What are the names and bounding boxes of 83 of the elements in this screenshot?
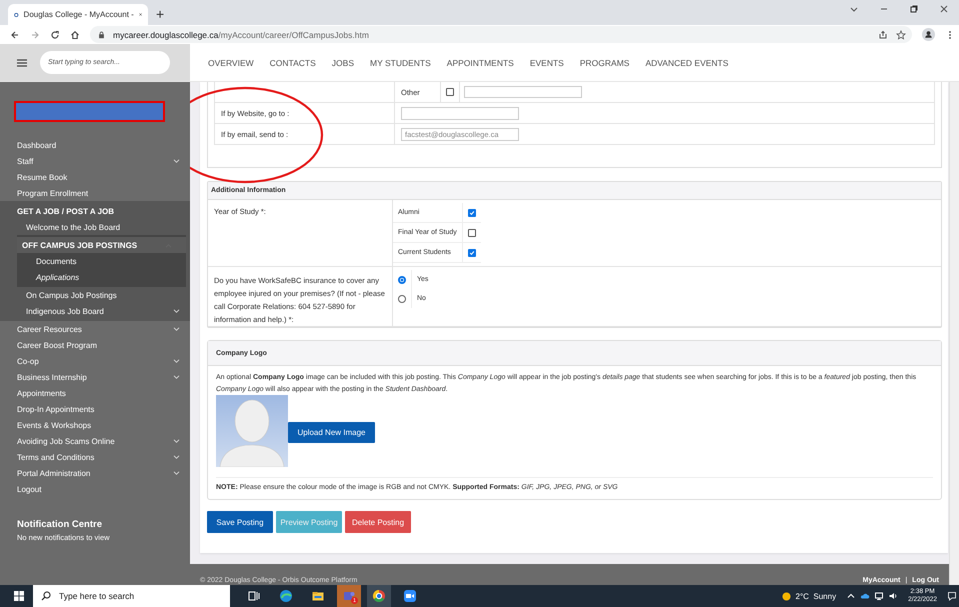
menu-item[interactable]: On Campus Job Postings [0, 287, 190, 303]
upload-button[interactable]: Upload New Image [288, 422, 375, 443]
new-tab-button[interactable]: + [156, 6, 164, 22]
chevron-down-icon[interactable] [173, 454, 180, 460]
menu-item[interactable]: Events & Workshops [0, 417, 190, 433]
checkbox[interactable] [446, 88, 454, 96]
browser-swirl-icon[interactable] [279, 589, 293, 603]
folder-icon[interactable] [311, 589, 325, 603]
menu-item[interactable]: Portal Administration [0, 465, 190, 481]
menu-item[interactable]: Program Enrollment [0, 185, 190, 201]
reload-icon[interactable] [50, 30, 60, 40]
checkbox[interactable] [468, 248, 476, 256]
back-arrow-icon[interactable] [10, 30, 20, 40]
menu-item[interactable]: Resume Book [0, 169, 190, 185]
chevron-down-icon[interactable] [173, 374, 180, 380]
restore-icon[interactable] [909, 4, 919, 14]
chevron-down-icon[interactable] [173, 470, 180, 476]
save-button[interactable]: Save Posting [207, 511, 273, 533]
chevron-down-icon[interactable] [173, 308, 180, 314]
nav-link[interactable]: PROGRAMS [572, 58, 638, 68]
radio-button[interactable] [398, 294, 406, 302]
lock-icon [98, 30, 105, 38]
chevron-down-icon[interactable] [173, 326, 180, 332]
taskbar-app[interactable] [367, 585, 391, 607]
search-icon [41, 591, 51, 601]
menu-item[interactable]: Applications [17, 269, 186, 285]
avatar-placeholder-icon [216, 395, 288, 467]
menu-icon[interactable] [16, 58, 28, 68]
chevron-down-icon[interactable] [173, 358, 180, 364]
notification-icon[interactable] [947, 591, 957, 601]
menu-item[interactable]: Welcome to the Job Board [0, 219, 190, 235]
menu-item[interactable]: Documents [17, 253, 186, 269]
nav-link[interactable]: EVENTS [522, 58, 572, 68]
menu-item[interactable]: Appointments [0, 385, 190, 401]
menu-item[interactable]: Terms and Conditions [0, 449, 190, 465]
chevron-down-icon[interactable] [173, 158, 180, 164]
menu-item[interactable]: Business Internship [0, 369, 190, 385]
nav-link[interactable]: JOBS [324, 58, 362, 68]
monitor-icon[interactable] [874, 591, 884, 601]
windows-logo-icon[interactable] [14, 591, 24, 601]
menu-item[interactable]: Drop-In Appointments [0, 401, 190, 417]
radio-button[interactable] [398, 276, 406, 284]
menu-item[interactable]: Avoiding Job Scams Online [0, 433, 190, 449]
nav-link[interactable]: OVERVIEW [200, 58, 262, 68]
nav-link[interactable]: ADVANCED EVENTS [637, 58, 736, 68]
chevron-down-icon[interactable] [173, 438, 180, 444]
share-icon[interactable] [878, 30, 888, 40]
nav-link[interactable]: APPOINTMENTS [438, 58, 522, 68]
checkbox[interactable] [468, 208, 476, 216]
text-field[interactable] [401, 106, 519, 120]
menu-item[interactable]: Co-op [0, 353, 190, 369]
task-view-icon[interactable] [247, 589, 261, 603]
speaker-icon[interactable] [888, 591, 898, 601]
menu-item[interactable]: Career Boost Program [0, 337, 190, 353]
browser-tab[interactable]: Douglas College - MyAccount - [8, 4, 148, 25]
address-bar[interactable]: mycareer.douglascollege.ca/myAccount/career/OffCampusJobs.htm [90, 26, 912, 43]
menu-item[interactable]: Indigenous Job Board [0, 303, 190, 319]
close-icon[interactable] [138, 11, 142, 18]
submenu-heading[interactable]: OFF CAMPUS JOB POSTINGS [17, 237, 186, 253]
close-icon[interactable] [939, 4, 949, 14]
taskbar-search-field[interactable]: Type here to search [33, 585, 230, 607]
cloud-icon[interactable] [860, 591, 870, 601]
browser-circle-icon [372, 589, 386, 603]
chat-app-icon [342, 589, 356, 603]
star-icon[interactable] [896, 30, 906, 40]
delete-button[interactable]: Delete Posting [345, 511, 411, 533]
weather-text: 2°C Sunny [796, 592, 836, 600]
video-camera-icon[interactable] [403, 589, 417, 603]
nav-link[interactable]: CONTACTS [262, 58, 324, 68]
notification-heading: Notification Centre [17, 519, 103, 530]
menu-item[interactable]: Dashboard [0, 137, 190, 153]
nav-link[interactable]: MY STUDENTS [362, 58, 439, 68]
sun-icon [782, 592, 791, 600]
url-text: mycareer.douglascollege.ca/myAccount/career/OffCampusJobs.htm [113, 30, 369, 40]
menu-item[interactable]: Staff [0, 153, 190, 169]
home-icon[interactable] [70, 30, 80, 40]
menu-item[interactable]: Career Resources [0, 321, 190, 337]
menu-item[interactable]: Logout [0, 481, 190, 497]
tab-title: Douglas College - MyAccount - [24, 10, 134, 19]
section-heading[interactable]: GET A JOB / POST A JOB [0, 203, 190, 219]
profile-icon[interactable] [922, 28, 935, 41]
text-field[interactable] [464, 86, 582, 98]
checkbox[interactable] [468, 228, 476, 236]
